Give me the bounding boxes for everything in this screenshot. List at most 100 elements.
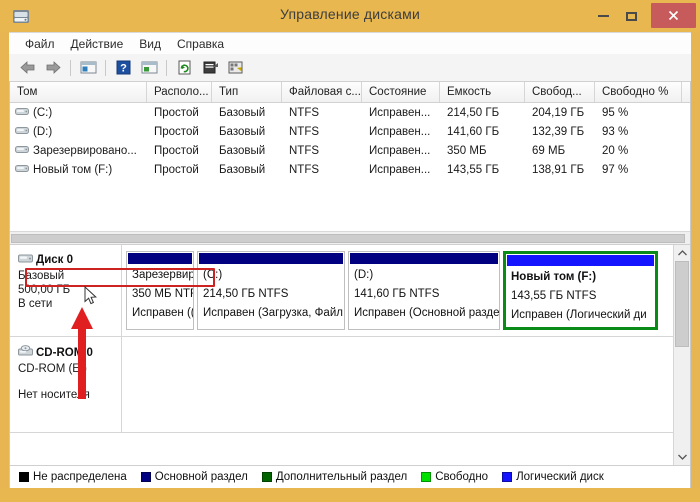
graphical-view: Диск 0 Базовый 500,00 ГБ В сети Зарезерв… (10, 245, 673, 465)
drive-icon (15, 144, 29, 158)
partition-size-fs: 141,60 ГБ NTFS (349, 283, 499, 302)
cell-status: Исправен... (362, 107, 440, 119)
cell-type: Базовый (212, 164, 282, 176)
back-arrow-icon[interactable] (15, 57, 39, 79)
partition-color-bar (507, 255, 654, 266)
cell-capacity: 350 МБ (440, 145, 525, 157)
partition-status: Исправен (( (127, 302, 193, 321)
menu-item-action[interactable]: Действие (63, 36, 132, 52)
volume-list-horizontal-scrollbar[interactable] (10, 231, 690, 244)
cell-filesystem: NTFS (282, 107, 362, 119)
volume-list-panel: Том Располо... Тип Файловая с... Состоян… (10, 82, 690, 245)
partition-title: Новый том (F:) (506, 266, 655, 285)
properties-icon[interactable] (198, 57, 222, 79)
disk-type: Базовый (18, 269, 121, 283)
cell-status: Исправен... (362, 126, 440, 138)
cell-type: Базовый (212, 145, 282, 157)
cell-volume: Новый том (F:) (10, 163, 147, 177)
help-icon[interactable]: ? (111, 57, 135, 79)
legend-item-extended: Дополнительный раздел (262, 471, 407, 483)
legend-swatch (19, 472, 29, 482)
partition-color-bar (350, 253, 498, 264)
disk-name: Диск 0 (36, 254, 73, 266)
column-header-filesystem[interactable]: Файловая с... (282, 82, 362, 102)
refresh-icon[interactable] (172, 57, 196, 79)
partition-status: Исправен (Логический ди (506, 304, 655, 323)
cell-filesystem: NTFS (282, 126, 362, 138)
column-header-volume[interactable]: Том (10, 82, 147, 102)
partition-title: (C:) (198, 264, 344, 283)
legend-bar: Не распределена Основной раздел Дополнит… (10, 465, 690, 488)
table-row[interactable]: Новый том (F:) Простой Базовый NTFS Испр… (10, 160, 690, 179)
maximize-button[interactable] (617, 0, 645, 32)
menu-bar: Файл Действие Вид Справка (9, 32, 691, 54)
legend-label: Свободно (435, 471, 488, 483)
window-bottom-border (0, 488, 700, 502)
list-panel-icon[interactable] (76, 57, 100, 79)
close-button[interactable] (651, 3, 696, 28)
properties-panel-icon[interactable] (137, 57, 161, 79)
cdrom-no-media-area (122, 337, 673, 432)
legend-item-primary: Основной раздел (141, 471, 248, 483)
scroll-up-icon[interactable] (674, 245, 690, 261)
menu-item-view[interactable]: Вид (131, 36, 169, 52)
partition-system-reserved[interactable]: Зарезервировано системой (G:) 350 МБ NTF… (126, 251, 194, 330)
window-controls (589, 0, 700, 32)
legend-label: Не распределена (33, 471, 127, 483)
graphical-view-vertical-scrollbar[interactable] (673, 245, 690, 465)
volume-label: Зарезервировано... (33, 145, 137, 157)
table-row[interactable]: (C:) Простой Базовый NTFS Исправен... 21… (10, 103, 690, 122)
column-header-capacity[interactable]: Емкость (440, 82, 525, 102)
table-row[interactable]: (D:) Простой Базовый NTFS Исправен... 14… (10, 122, 690, 141)
title-bar[interactable]: Управление дисками (0, 0, 700, 32)
scrollbar-thumb[interactable] (675, 261, 689, 347)
legend-swatch (141, 472, 151, 482)
partition-color-bar (199, 253, 343, 264)
toolbar: ? (9, 54, 691, 82)
cell-free: 132,39 ГБ (525, 126, 595, 138)
partition-f-selected[interactable]: Новый том (F:) 143,55 ГБ NTFS Исправен (… (503, 251, 658, 330)
scroll-down-icon[interactable] (674, 449, 690, 465)
legend-swatch (421, 472, 431, 482)
menu-item-help[interactable]: Справка (169, 36, 232, 52)
cell-volume: Зарезервировано... (10, 144, 147, 158)
partition-d[interactable]: (D:) 141,60 ГБ NTFS Исправен (Основной р… (348, 251, 500, 330)
disk-row-0[interactable]: Диск 0 Базовый 500,00 ГБ В сети Зарезерв… (10, 245, 673, 337)
legend-label: Основной раздел (155, 471, 248, 483)
cell-status: Исправен... (362, 145, 440, 157)
partition-size-fs: 214,50 ГБ NTFS (198, 283, 344, 302)
graphical-view-panel: Диск 0 Базовый 500,00 ГБ В сети Зарезерв… (10, 245, 690, 465)
volume-list-body: (C:) Простой Базовый NTFS Исправен... 21… (10, 103, 690, 231)
partition-c[interactable]: (C:) 214,50 ГБ NTFS Исправен (Загрузка, … (197, 251, 345, 330)
drive-icon (15, 106, 29, 120)
volume-label: Новый том (F:) (33, 164, 112, 176)
disk-state: В сети (18, 297, 121, 311)
scrollbar-track[interactable] (674, 261, 690, 449)
disk-title: CD-ROM 0 (18, 345, 121, 360)
partition-size-fs: 143,55 ГБ NTFS (506, 285, 655, 304)
column-header-type[interactable]: Тип (212, 82, 282, 102)
cell-layout: Простой (147, 107, 212, 119)
column-header-status[interactable]: Состояние (362, 82, 440, 102)
rescan-disks-icon[interactable] (224, 57, 248, 79)
cell-volume: (C:) (10, 106, 147, 120)
column-header-free[interactable]: Свобод... (525, 82, 595, 102)
close-icon (667, 9, 680, 22)
toolbar-separator (105, 60, 106, 76)
disk-partitions-0: Зарезервировано системой (G:) 350 МБ NTF… (122, 245, 673, 336)
disk-row-1[interactable]: CD-ROM 0 CD-ROM (E:) Нет носителя (10, 337, 673, 433)
table-row[interactable]: Зарезервировано... Простой Базовый NTFS … (10, 141, 690, 160)
forward-arrow-icon[interactable] (41, 57, 65, 79)
disk-state: Нет носителя (18, 388, 121, 402)
scrollbar-thumb[interactable] (11, 234, 685, 243)
minimize-button[interactable] (589, 0, 617, 32)
volume-label: (D:) (33, 126, 52, 138)
drive-icon (15, 125, 29, 139)
column-header-layout[interactable]: Располо... (147, 82, 212, 102)
menu-item-file[interactable]: Файл (17, 36, 63, 52)
partition-color-bar (128, 253, 192, 264)
column-header-free-percent[interactable]: Свободно % (595, 82, 682, 102)
cell-filesystem: NTFS (282, 145, 362, 157)
cell-type: Базовый (212, 126, 282, 138)
cell-layout: Простой (147, 126, 212, 138)
